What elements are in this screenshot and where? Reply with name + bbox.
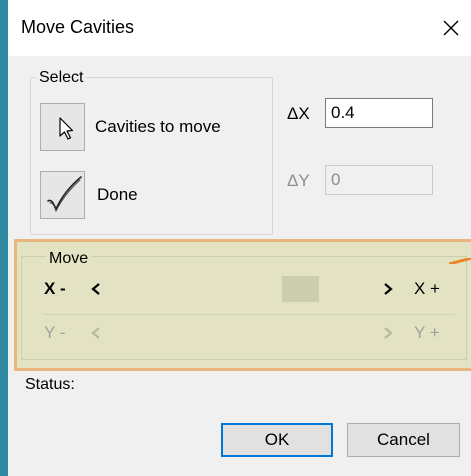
delta-y-input[interactable] [325, 165, 433, 195]
move-groupbox-highlight: Move X - X + Y - Y + [14, 239, 471, 371]
delta-x-input[interactable] [325, 98, 433, 128]
cavities-to-move-button[interactable] [40, 103, 85, 151]
y-plus-label: Y + [414, 323, 440, 342]
chevron-right-icon [384, 327, 393, 339]
close-button[interactable] [431, 8, 471, 48]
chevron-left-icon [91, 283, 100, 295]
x-move-scrollbar[interactable] [86, 276, 398, 302]
close-icon [443, 20, 459, 36]
x-scroll-right-arrow[interactable] [378, 278, 398, 300]
title-bar: Move Cavities [8, 0, 471, 56]
cancel-button[interactable]: Cancel [347, 423, 460, 457]
checkmark-icon [47, 176, 82, 213]
done-button[interactable] [40, 171, 85, 219]
delta-x-label: ΔX [287, 104, 310, 123]
y-move-scrollbar[interactable] [86, 322, 398, 344]
y-scroll-right-arrow[interactable] [378, 322, 398, 344]
x-scroll-left-arrow[interactable] [86, 278, 106, 300]
status-label: Status: [25, 376, 75, 393]
pointer-arrow-icon [59, 117, 74, 140]
y-scroll-left-arrow[interactable] [86, 322, 106, 344]
cavities-to-move-label: Cavities to move [95, 117, 221, 136]
y-minus-label: Y - [44, 323, 66, 342]
ok-button[interactable]: OK [221, 423, 333, 457]
x-minus-label: X - [44, 279, 66, 298]
x-plus-label: X + [414, 279, 440, 298]
move-group-label: Move [46, 250, 92, 268]
chevron-left-icon [91, 327, 100, 339]
move-groupbox [21, 256, 467, 360]
done-label: Done [97, 185, 138, 204]
dialog-title: Move Cavities [21, 17, 135, 37]
row-separator [43, 314, 455, 315]
x-scroll-thumb[interactable] [282, 276, 319, 302]
chevron-right-icon [384, 283, 393, 295]
callout-arrow-icon [449, 258, 471, 264]
select-group-label: Select [36, 69, 87, 87]
delta-y-label: ΔY [287, 171, 310, 190]
move-cavities-dialog: Move Cavities Select Cavities to move Do… [8, 0, 471, 476]
